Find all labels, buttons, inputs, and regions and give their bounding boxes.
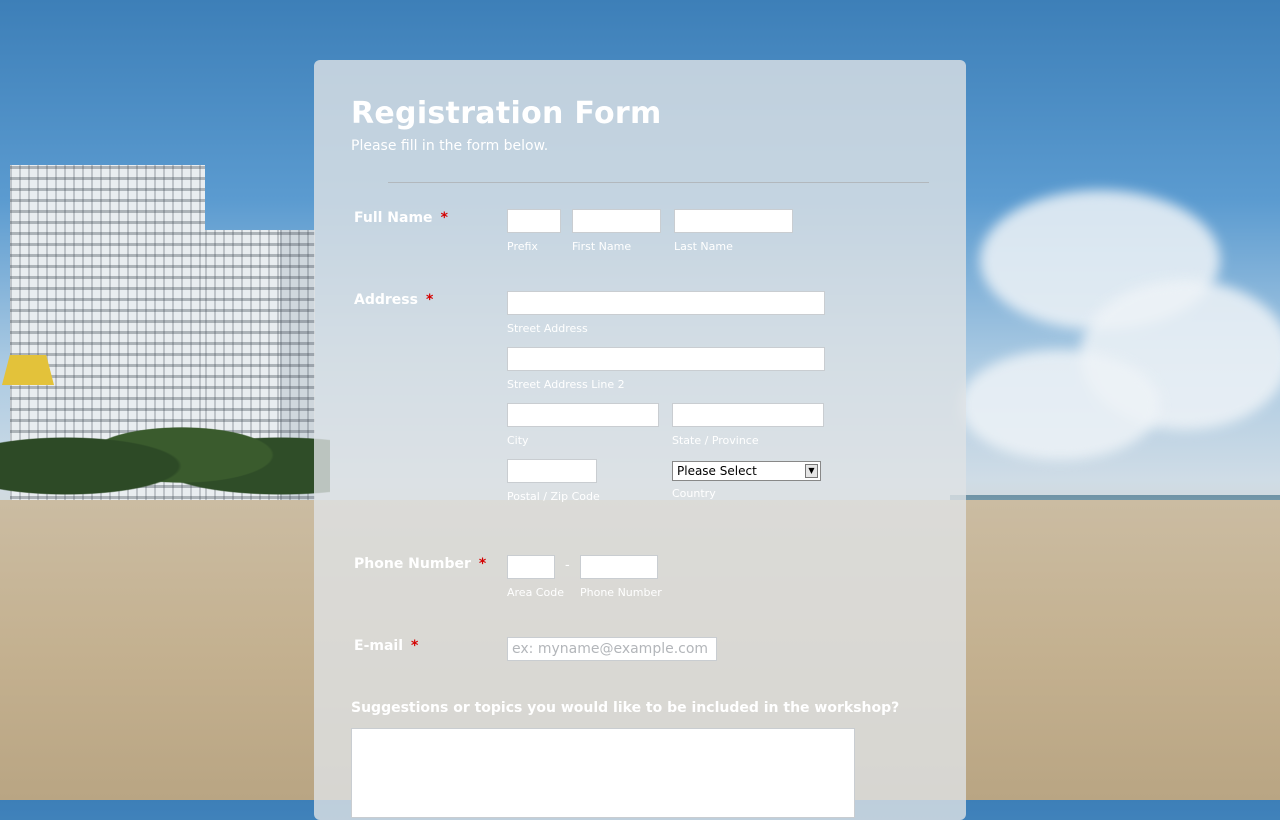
required-mark: *	[425, 292, 434, 308]
country-select-value: Please Select	[677, 464, 757, 478]
phone-number-label: Phone Number *	[354, 556, 486, 572]
form-subtitle: Please fill in the form below.	[351, 138, 549, 154]
header-divider	[388, 182, 929, 183]
last-name-input[interactable]	[674, 209, 793, 233]
suggestions-textarea[interactable]	[351, 728, 855, 818]
phone-number-input[interactable]	[580, 555, 658, 579]
suggestions-question: Suggestions or topics you would like to …	[351, 700, 900, 716]
cloud	[960, 350, 1160, 460]
phone-separator: -	[565, 558, 570, 573]
city-input[interactable]	[507, 403, 659, 427]
postal-zip-sublabel: Postal / Zip Code	[507, 490, 600, 503]
area-code-sublabel: Area Code	[507, 586, 564, 599]
full-name-label-text: Full Name	[354, 210, 433, 226]
email-input[interactable]	[507, 637, 717, 661]
city-sublabel: City	[507, 434, 529, 447]
registration-form-card: Registration Form Please fill in the for…	[314, 60, 966, 820]
street-address-sublabel: Street Address	[507, 322, 588, 335]
street-address-input[interactable]	[507, 291, 825, 315]
form-title: Registration Form	[351, 96, 662, 131]
required-mark: *	[411, 638, 419, 654]
address-label: Address *	[354, 292, 433, 308]
phone-number-label-text: Phone Number	[354, 556, 471, 572]
phone-number-sublabel: Phone Number	[580, 586, 662, 599]
lifeguard-tower	[2, 355, 54, 385]
postal-zip-input[interactable]	[507, 459, 597, 483]
area-code-input[interactable]	[507, 555, 555, 579]
prefix-input[interactable]	[507, 209, 561, 233]
required-mark: *	[478, 556, 487, 572]
country-select[interactable]: Please Select ▼	[672, 461, 821, 481]
address-label-text: Address	[354, 292, 418, 308]
chevron-down-icon[interactable]: ▼	[805, 464, 818, 478]
country-sublabel: Country	[672, 487, 716, 500]
last-name-sublabel: Last Name	[674, 240, 733, 253]
email-label: E-mail *	[354, 638, 418, 654]
first-name-input[interactable]	[572, 209, 661, 233]
street-address-line2-sublabel: Street Address Line 2	[507, 378, 625, 391]
first-name-sublabel: First Name	[572, 240, 632, 253]
street-address-line2-input[interactable]	[507, 347, 825, 371]
trees	[0, 400, 330, 510]
state-province-input[interactable]	[672, 403, 824, 427]
full-name-label: Full Name *	[354, 210, 448, 226]
required-mark: *	[440, 210, 448, 226]
state-province-sublabel: State / Province	[672, 434, 759, 447]
email-label-text: E-mail	[354, 638, 404, 654]
prefix-sublabel: Prefix	[507, 240, 538, 253]
